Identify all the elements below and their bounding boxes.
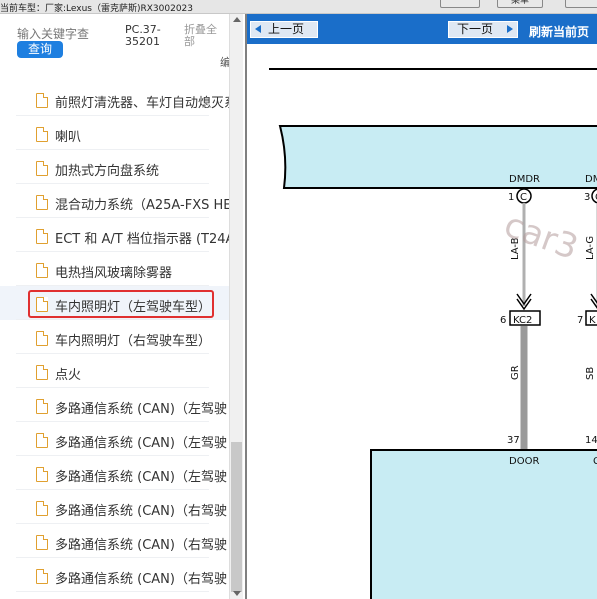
ecu-component-box bbox=[278, 125, 597, 189]
tree-item[interactable]: 点火 bbox=[0, 354, 229, 388]
scroll-down-icon[interactable] bbox=[233, 591, 241, 596]
document-icon bbox=[36, 161, 48, 176]
pin-number-1: 1 bbox=[508, 192, 514, 203]
pin-label-dm: DM bbox=[585, 174, 597, 185]
sidebar: 输入关键字查 查询 PC.37-35201 折叠全部 编 前照灯清洗器、车灯自动… bbox=[0, 14, 229, 599]
connector-kc2-label: KC2 bbox=[513, 315, 532, 326]
document-icon bbox=[36, 365, 48, 380]
toolbar-button-1[interactable] bbox=[440, 0, 480, 8]
terminal-label-c: C bbox=[593, 456, 597, 467]
document-icon bbox=[36, 569, 48, 584]
tree-item-label: 车内照明灯（右驾驶车型） bbox=[55, 334, 212, 349]
document-icon bbox=[36, 535, 48, 550]
document-icon bbox=[36, 93, 48, 108]
prev-page-button[interactable]: 上一页 bbox=[250, 21, 318, 38]
menu-button[interactable]: 菜单 bbox=[497, 0, 543, 8]
refresh-page-link[interactable]: 刷新当前页 bbox=[529, 23, 589, 40]
document-icon bbox=[36, 263, 48, 278]
document-icon bbox=[36, 399, 48, 414]
arrow-right-icon bbox=[507, 25, 513, 33]
pin-number-37: 37 bbox=[507, 435, 520, 446]
tree-item-label: ECT 和 A/T 档位指示器 (T24A bbox=[55, 232, 229, 247]
tree-item[interactable]: 车内照明灯（右驾驶车型） bbox=[0, 320, 229, 354]
wire-color-sb: SB bbox=[585, 367, 596, 380]
page-code-text: PC.37-35201 bbox=[125, 23, 161, 48]
tree-item[interactable]: 多路通信系统 (CAN)（右驾驶 bbox=[0, 524, 229, 558]
tree-item-label: 多路通信系统 (CAN)（左驾驶 bbox=[55, 470, 227, 485]
tree-item[interactable]: 多路通信系统 (CAN)（右驾驶 bbox=[0, 558, 229, 592]
pin-number-7: 7 bbox=[577, 315, 583, 326]
tree-item-label: 前照灯清洗器、车灯自动熄灭系统 bbox=[55, 96, 229, 111]
document-icon bbox=[36, 195, 48, 210]
app-root: 当前车型：厂家:Lexus（雷克萨斯)RX3002023 菜单 输入关键字查 查… bbox=[0, 0, 597, 599]
document-icon bbox=[36, 433, 48, 448]
document-icon bbox=[36, 501, 48, 516]
arrow-left-icon bbox=[255, 25, 261, 33]
tree-item[interactable]: 加热式方向盘系统 bbox=[0, 150, 229, 184]
top-status-bar: 当前车型：厂家:Lexus（雷克萨斯)RX3002023 菜单 bbox=[0, 0, 597, 14]
next-page-button[interactable]: 下一页 bbox=[448, 21, 518, 38]
wire-color-gr: GR bbox=[510, 365, 521, 380]
tree-item-label: 多路通信系统 (CAN)（右驾驶 bbox=[55, 538, 227, 553]
scroll-thumb[interactable] bbox=[231, 442, 242, 592]
tree-item-label: 喇叭 bbox=[55, 130, 82, 145]
prev-page-label: 上一页 bbox=[268, 22, 305, 36]
tree-item-label: 加热式方向盘系统 bbox=[55, 164, 160, 179]
tree-item[interactable]: 喇叭 bbox=[0, 116, 229, 150]
wiring-diagram: DMDR DM 1 C 3 C LA-B LA-G 6 KC2 bbox=[247, 44, 597, 599]
tree-item-label: 混合动力系统（A25A-FXS HEV bbox=[55, 198, 229, 213]
toolbar-button-3[interactable] bbox=[565, 0, 597, 8]
wiring-diagram-svg: DMDR DM 1 C 3 C LA-B LA-G 6 KC2 bbox=[269, 68, 597, 599]
page-code: PC.37-35201 bbox=[125, 24, 167, 48]
terminal-label-door: DOOR bbox=[509, 456, 539, 467]
sidebar-scrollbar[interactable] bbox=[229, 14, 243, 599]
next-page-label: 下一页 bbox=[457, 22, 494, 36]
tree-item-label: 多路通信系统 (CAN)（右驾驶 bbox=[55, 504, 227, 519]
keyword-input[interactable]: 输入关键字查 bbox=[17, 25, 89, 42]
tree-item[interactable]: 车内照明灯（左驾驶车型） bbox=[0, 286, 229, 320]
tree-item[interactable]: 多路通信系统 (CAN)（右驾驶 bbox=[0, 490, 229, 524]
pin-number-3: 3 bbox=[584, 192, 590, 203]
pin-number-6: 6 bbox=[500, 315, 506, 326]
scroll-up-icon[interactable] bbox=[233, 17, 241, 22]
viewer-toolbar: 上一页 下一页 刷新当前页 bbox=[247, 14, 597, 44]
tree-item-label: 点火 bbox=[55, 368, 82, 383]
tree-item-label: 多路通信系统 (CAN)（左驾驶 bbox=[55, 402, 227, 417]
search-area: 输入关键字查 查询 PC.37-35201 折叠全部 编 bbox=[0, 14, 229, 74]
document-viewer: 上一页 下一页 刷新当前页 DMDR DM 1 C 3 C bbox=[245, 14, 597, 599]
tree-item[interactable]: 多路通信系统 (CAN)（左驾驶 bbox=[0, 456, 229, 490]
document-icon bbox=[36, 127, 48, 142]
tree-item-label: 多路通信系统 (CAN)（右驾驶 bbox=[55, 572, 227, 587]
tree-item[interactable]: 多路通信系统 (CAN)（左驾驶 bbox=[0, 422, 229, 456]
tree-item[interactable]: 电热挡风玻璃除雾器 bbox=[0, 252, 229, 286]
collapse-all-button[interactable]: 折叠全部 bbox=[184, 24, 224, 48]
connector-code-left: C bbox=[520, 192, 527, 203]
tree-item-label: 多路通信系统 (CAN)（左驾驶 bbox=[55, 436, 227, 451]
current-car-label: 当前车型：厂家:Lexus（雷克萨斯)RX3002023 bbox=[0, 4, 193, 14]
tree-item[interactable]: 混合动力系统（A25A-FXS HEV bbox=[0, 184, 229, 218]
document-tree: 前照灯清洗器、车灯自动熄灭系统喇叭加热式方向盘系统混合动力系统（A25A-FXS… bbox=[0, 82, 229, 592]
wire-color-la-g: LA-G bbox=[585, 236, 596, 260]
document-icon bbox=[36, 331, 48, 346]
document-icon bbox=[36, 229, 48, 244]
tree-item[interactable]: ECT 和 A/T 档位指示器 (T24A bbox=[0, 218, 229, 252]
search-button[interactable]: 查询 bbox=[17, 41, 63, 58]
document-icon bbox=[36, 467, 48, 482]
tree-item[interactable]: 多路通信系统 (CAN)（左驾驶 bbox=[0, 388, 229, 422]
row-divider bbox=[16, 591, 209, 592]
truncated-text: 编 bbox=[220, 56, 229, 69]
pin-number-14: 14 bbox=[585, 435, 597, 446]
body-ecu-box bbox=[370, 449, 597, 599]
selection-highlight bbox=[28, 290, 214, 318]
connector-k-label: K bbox=[589, 315, 596, 326]
pin-label-dmdr: DMDR bbox=[509, 174, 540, 185]
collapse-all-label: 折叠全部 bbox=[184, 23, 217, 48]
tree-item[interactable]: 前照灯清洗器、车灯自动熄灭系统 bbox=[0, 82, 229, 116]
tree-item-label: 电热挡风玻璃除雾器 bbox=[55, 266, 173, 281]
